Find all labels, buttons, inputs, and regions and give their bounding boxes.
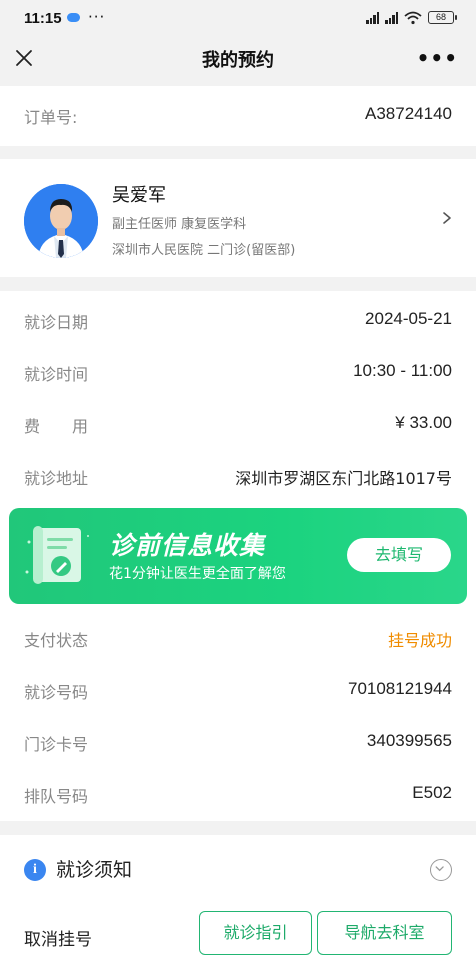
order-card: 订单号: A38724140 <box>0 86 476 146</box>
banner-title: 诊前信息收集 <box>109 531 266 560</box>
queue-number-label: 排队号码 <box>24 787 89 806</box>
page-title: 我的预约 <box>202 50 274 71</box>
visit-info-card: 就诊日期 2024-05-21 就诊时间 10:30 - 11:00 费 用 ¥… <box>0 291 476 501</box>
notice-card: i 就诊须知 取消挂号 就诊指引 导航去科室 <box>0 835 476 973</box>
visit-time-row: 就诊时间 10:30 - 11:00 <box>0 347 476 399</box>
card-number-value: 340399565 <box>366 731 452 750</box>
chevron-right-icon <box>443 212 451 224</box>
queue-number-value: E502 <box>412 783 452 802</box>
chevron-down-icon[interactable] <box>430 859 452 881</box>
visit-number-value: 70108121944 <box>347 679 452 698</box>
notification-dots-icon: ··· <box>88 8 106 26</box>
address-value: 深圳市罗湖区东门北路1017号 <box>235 469 452 488</box>
order-label: 订单号: <box>24 108 78 127</box>
banner-subtitle: 花1分钟让医生更全面了解您 <box>109 566 286 582</box>
nav-bar: 我的预约 ••• <box>0 32 476 84</box>
visit-date-row: 就诊日期 2024-05-21 <box>0 295 476 347</box>
queue-number-row: 排队号码 E502 <box>0 769 476 821</box>
signal-icon <box>366 10 379 24</box>
document-scroll-icon <box>25 526 89 584</box>
doctor-card[interactable]: 吴爱军 副主任医师 康复医学科 深圳市人民医院 二门诊(留医部) <box>0 159 476 277</box>
pre-visit-banner[interactable]: 诊前信息收集 花1分钟让医生更全面了解您 去填写 <box>9 508 467 604</box>
card-number-label: 门诊卡号 <box>24 735 89 754</box>
doctor-title: 副主任医师 康复医学科 <box>112 217 247 232</box>
visit-number-row: 就诊号码 70108121944 <box>0 665 476 717</box>
cloud-icon <box>67 13 80 22</box>
address-row: 就诊地址 深圳市罗湖区东门北路1017号 <box>0 451 476 503</box>
navigate-department-button[interactable]: 导航去科室 <box>317 911 452 955</box>
visit-time-value: 10:30 - 11:00 <box>353 361 452 380</box>
order-value: A38724140 <box>365 104 452 123</box>
payment-status-label: 支付状态 <box>24 631 89 650</box>
payment-status-row: 支付状态 挂号成功 <box>0 613 476 665</box>
visit-date-value: 2024-05-21 <box>365 309 452 328</box>
wifi-icon <box>404 10 422 25</box>
notice-title[interactable]: 就诊须知 <box>56 855 132 882</box>
more-icon[interactable]: ••• <box>417 46 458 70</box>
avatar <box>24 184 98 258</box>
payment-card: 支付状态 挂号成功 就诊号码 70108121944 门诊卡号 34039956… <box>0 611 476 821</box>
visit-guide-button[interactable]: 就诊指引 <box>199 911 312 955</box>
doctor-name: 吴爱军 <box>112 185 166 206</box>
status-badge: 挂号成功 <box>387 631 452 650</box>
address-label: 就诊地址 <box>24 469 89 488</box>
status-indicators: 68 <box>366 10 457 25</box>
order-row: 订单号: A38724140 <box>0 90 476 142</box>
signal-icon-2 <box>385 10 398 24</box>
fill-form-button[interactable]: 去填写 <box>347 538 451 572</box>
cancel-registration-link[interactable]: 取消挂号 <box>24 925 92 950</box>
visit-number-label: 就诊号码 <box>24 683 89 702</box>
battery-icon: 68 <box>428 10 457 24</box>
fee-value: ¥ 33.00 <box>395 413 452 432</box>
doctor-hospital: 深圳市人民医院 二门诊(留医部) <box>112 243 296 258</box>
status-time: 11:15 <box>24 10 62 27</box>
visit-date-label: 就诊日期 <box>24 313 89 332</box>
visit-time-label: 就诊时间 <box>24 365 89 384</box>
card-number-row: 门诊卡号 340399565 <box>0 717 476 769</box>
fee-row: 费 用 ¥ 33.00 <box>0 399 476 451</box>
fee-label: 费 用 <box>24 417 89 436</box>
info-icon: i <box>24 859 46 881</box>
